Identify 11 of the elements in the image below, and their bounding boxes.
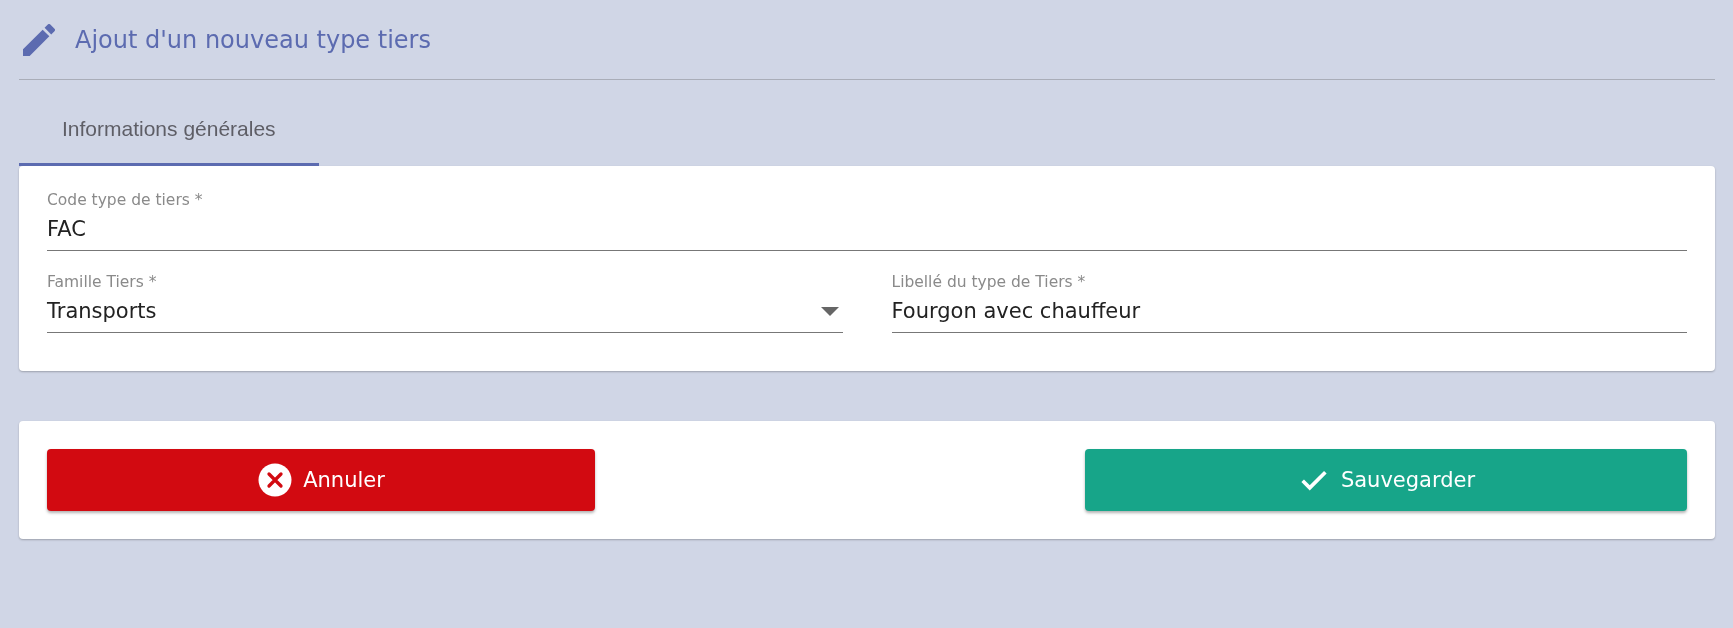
- cancel-button[interactable]: Annuler: [47, 449, 595, 511]
- text-field[interactable]: Fourgon avec chauffeur: [891, 291, 1687, 333]
- close-icon: [257, 462, 294, 498]
- text-field[interactable]: FAC: [47, 209, 1687, 251]
- field-label: Famille Tiers *: [47, 273, 158, 291]
- dropdown-caret-icon: [820, 306, 839, 316]
- pencil-icon: [23, 23, 55, 56]
- page-title: Ajout d'un nouveau type tiers: [75, 25, 431, 54]
- field-label: Code type de tiers *: [47, 191, 204, 209]
- select-field[interactable]: Transports: [47, 291, 843, 333]
- field-label: Libellé du type de Tiers *: [891, 273, 1087, 291]
